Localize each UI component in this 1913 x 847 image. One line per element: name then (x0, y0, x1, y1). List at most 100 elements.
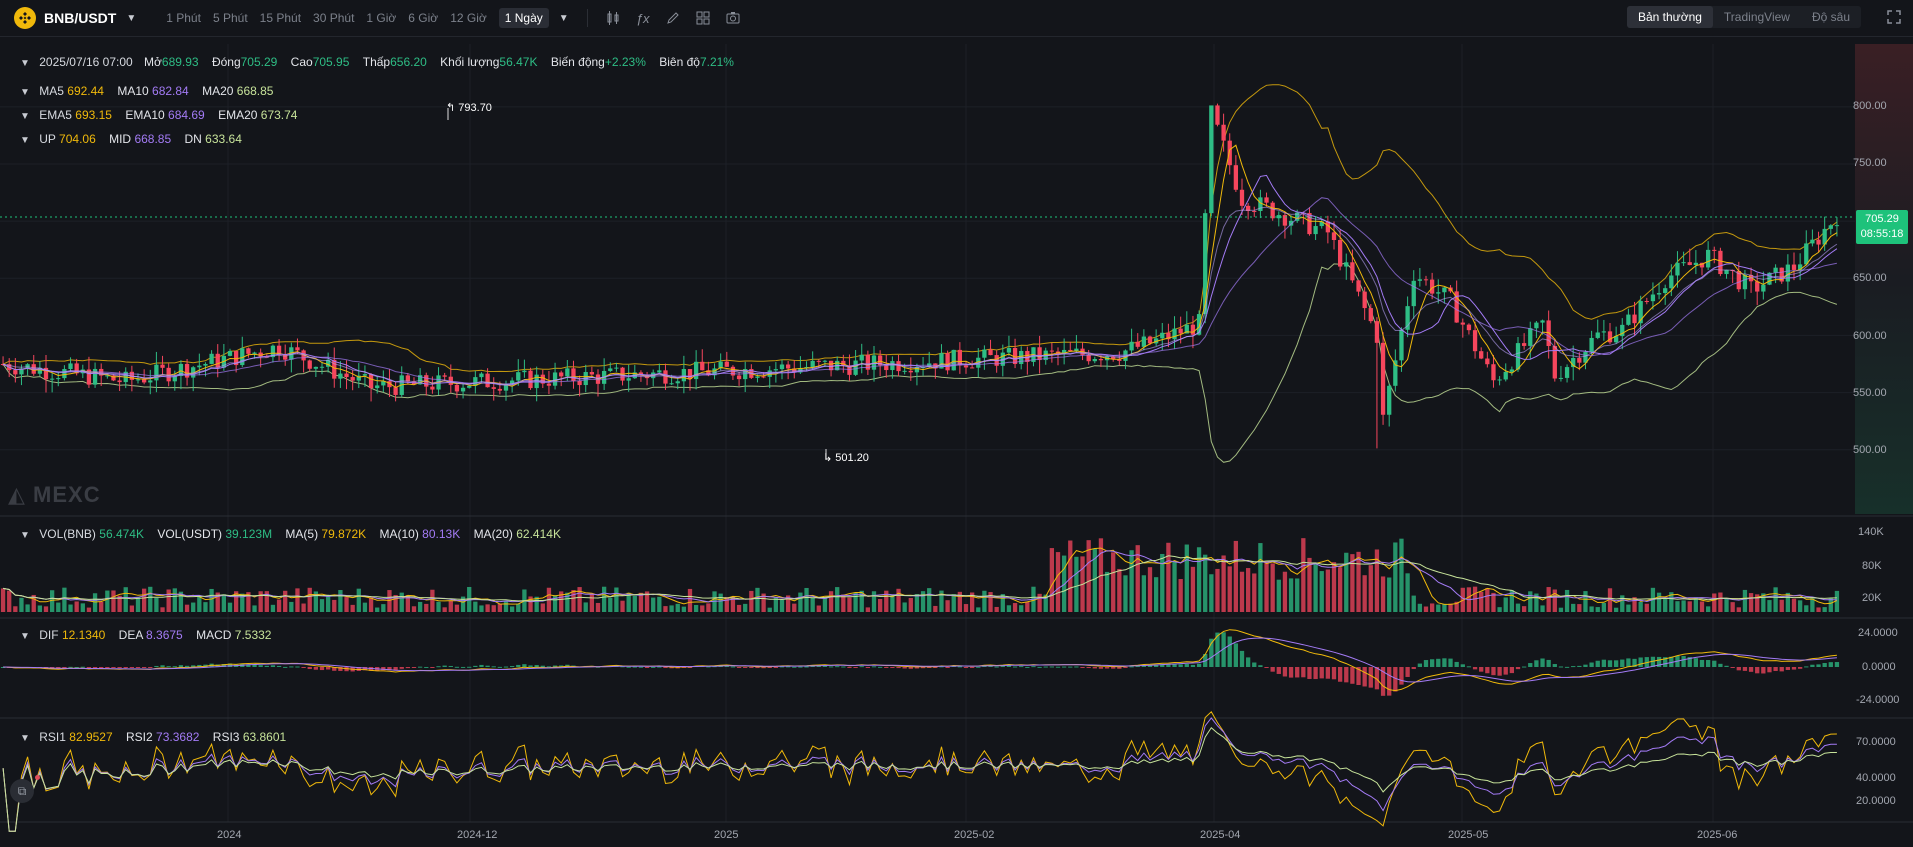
macd-bar (325, 667, 331, 670)
volume-bar (1117, 568, 1122, 612)
timeframe-6h[interactable]: 6 Giờ (408, 11, 438, 25)
volume-bar (1595, 607, 1600, 612)
collapse-chevron-icon[interactable]: ▼ (20, 87, 30, 98)
macd-bar (417, 666, 423, 668)
layout-grid-icon[interactable] (688, 10, 718, 26)
candle-body (1147, 336, 1153, 344)
candle-body (375, 385, 380, 389)
candle-body (497, 388, 503, 391)
macd-bar (902, 667, 907, 669)
timeframe-12h[interactable]: 12 Giờ (450, 11, 487, 25)
candle-body (1129, 341, 1134, 351)
volume-bar (1429, 603, 1435, 612)
volume-bar (1687, 601, 1692, 612)
mode-basic[interactable]: Bản thường (1626, 6, 1713, 28)
candle-body (338, 373, 343, 379)
price-chart[interactable] (0, 37, 1913, 847)
macd-bar (154, 665, 159, 667)
macd-bar (123, 667, 128, 668)
macd-bar (1699, 659, 1705, 667)
pair-selector[interactable]: BNB/USDT (44, 10, 116, 26)
volume-bar (1344, 552, 1349, 612)
drawing-tools-toggle-icon[interactable]: ⧉ (10, 779, 34, 803)
volume-bar (540, 603, 545, 612)
candle-type-icon[interactable] (598, 10, 628, 26)
candle-body (197, 365, 202, 368)
volume-bar (1068, 540, 1073, 612)
candle-body (1178, 328, 1183, 334)
macd-bar (841, 666, 846, 668)
time-tick-2025-02: 2025-02 (954, 829, 995, 841)
collapse-chevron-icon[interactable]: ▼ (20, 58, 30, 69)
volume-bar (1245, 568, 1251, 612)
collapse-chevron-icon[interactable]: ▼ (20, 111, 30, 122)
macd-bar (534, 665, 539, 667)
candle-body (1558, 377, 1564, 379)
volume-bar (663, 606, 668, 612)
fullscreen-icon[interactable] (1887, 10, 1901, 27)
timeframe-15m[interactable]: 15 Phút (260, 11, 301, 25)
macd-label: MACD (196, 628, 232, 642)
macd-bar (828, 666, 834, 668)
candle-body (516, 372, 521, 381)
timeframe-1h[interactable]: 1 Giờ (366, 11, 396, 25)
camera-icon[interactable] (718, 10, 748, 26)
boll-up-label: UP (39, 132, 56, 146)
collapse-chevron-icon[interactable]: ▼ (20, 733, 30, 744)
collapse-chevron-icon[interactable]: ▼ (20, 135, 30, 146)
timeframe-1d[interactable]: 1 Ngày (498, 8, 549, 28)
candle-body (859, 354, 864, 361)
boll-up-value: 704.06 (59, 132, 96, 146)
timeframe-5m[interactable]: 5 Phút (213, 11, 248, 25)
rsi-tick-20: 20.0000 (1856, 795, 1896, 807)
macd-bar (1620, 659, 1625, 667)
candle-body (1006, 347, 1012, 353)
candle-body (13, 370, 18, 375)
candle-body (546, 383, 552, 386)
candle-body (1098, 358, 1104, 361)
volume-bar (1626, 604, 1631, 612)
collapse-chevron-icon[interactable]: ▼ (20, 530, 30, 541)
pencil-icon[interactable] (658, 10, 688, 26)
candle-body (1460, 322, 1465, 325)
volume-bar (448, 600, 453, 612)
macd-bar (1607, 660, 1613, 667)
volume-bar (1748, 593, 1754, 612)
candle-body (589, 372, 595, 375)
volume-bar (1779, 599, 1784, 612)
volume-bar (301, 603, 306, 612)
macd-bar (976, 666, 981, 668)
timeframe-30m[interactable]: 30 Phút (313, 11, 354, 25)
volume-bar (1742, 589, 1748, 612)
macd-bar (1816, 664, 1821, 667)
boll-upper-line (2, 84, 1838, 373)
mode-tradingview[interactable]: TradingView (1713, 6, 1801, 28)
vol-ma10-label: MA(10) (379, 527, 419, 541)
collapse-chevron-icon[interactable]: ▼ (20, 631, 30, 642)
macd-bar (1718, 663, 1723, 667)
vol-ma5-value: 79.872K (321, 527, 367, 541)
indicator-fx-icon[interactable]: ƒx (628, 11, 658, 26)
macd-bar (424, 666, 429, 668)
candle-body (1718, 250, 1723, 275)
volume-bar (1436, 604, 1441, 612)
volume-bar (675, 603, 680, 612)
macd-bar (1712, 660, 1717, 667)
volume-bar (1123, 575, 1128, 612)
macd-bar (969, 667, 975, 668)
macd-bar (1442, 658, 1447, 667)
candle-body (1344, 262, 1349, 267)
chevron-down-icon[interactable]: ▼ (126, 13, 136, 24)
macd-bar (454, 666, 460, 668)
macd-bar (491, 666, 496, 668)
mode-depth[interactable]: Độ sâu (1801, 6, 1861, 28)
macd-bar (957, 666, 963, 668)
macd-bar (1080, 667, 1085, 668)
volume-bar (105, 590, 110, 612)
macd-bar (111, 667, 116, 668)
timeframe-1m[interactable]: 1 Phút (166, 11, 201, 25)
volume-bar (25, 604, 30, 612)
timeframe-more-chevron-icon[interactable]: ▼ (559, 13, 569, 24)
macd-bar (657, 666, 662, 668)
volume-bar (1546, 587, 1551, 612)
